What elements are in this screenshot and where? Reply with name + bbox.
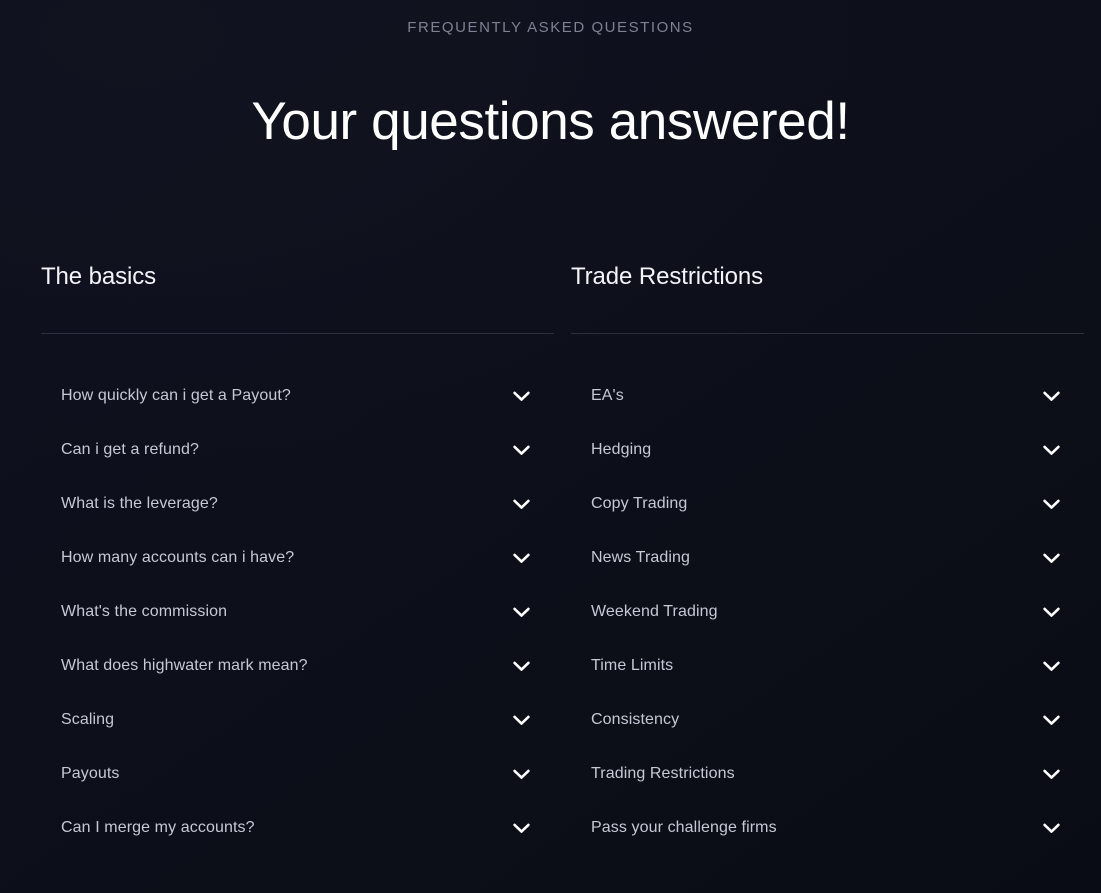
chevron-down-icon[interactable] — [1043, 661, 1060, 672]
faq-item-label: Hedging — [591, 441, 652, 458]
faq-item[interactable]: Payouts — [41, 747, 554, 801]
chevron-down-icon[interactable] — [1043, 391, 1060, 402]
faq-item-label: What's the commission — [61, 603, 228, 620]
faq-item[interactable]: Consistency — [571, 693, 1084, 747]
faq-column-title: Trade Restrictions — [571, 263, 764, 290]
chevron-down-icon[interactable] — [1043, 499, 1060, 510]
chevron-down-icon[interactable] — [513, 391, 530, 402]
chevron-down-icon[interactable] — [1043, 607, 1060, 618]
faq-column-divider — [41, 333, 554, 334]
faq-item[interactable]: Time Limits — [571, 639, 1084, 693]
faq-accordion-list: EA's Hedging Copy Trading News Trading W… — [571, 369, 1084, 855]
faq-item[interactable]: Copy Trading — [571, 477, 1084, 531]
faq-column-trade-restrictions: Trade Restrictions EA's Hedging Copy Tra… — [571, 250, 1084, 855]
faq-item[interactable]: Pass your challenge firms — [571, 801, 1084, 855]
faq-item[interactable]: Can i get a refund? — [41, 423, 554, 477]
faq-item[interactable]: How quickly can i get a Payout? — [41, 369, 554, 423]
chevron-down-icon[interactable] — [1043, 553, 1060, 564]
faq-columns: The basics How quickly can i get a Payou… — [41, 250, 1084, 855]
faq-item-label: Weekend Trading — [591, 603, 718, 620]
faq-item-label: Consistency — [591, 711, 680, 728]
chevron-down-icon[interactable] — [513, 607, 530, 618]
faq-item-label: Trading Restrictions — [591, 765, 735, 782]
faq-item-label: Copy Trading — [591, 495, 688, 512]
faq-item[interactable]: Can I merge my accounts? — [41, 801, 554, 855]
faq-item[interactable]: What's the commission — [41, 585, 554, 639]
faq-item-label: Payouts — [61, 765, 120, 782]
chevron-down-icon[interactable] — [1043, 715, 1060, 726]
faq-item-label: Scaling — [61, 711, 115, 728]
faq-item[interactable]: Scaling — [41, 693, 554, 747]
chevron-down-icon[interactable] — [513, 499, 530, 510]
faq-item-label: What does highwater mark mean? — [61, 657, 308, 674]
faq-item[interactable]: EA's — [571, 369, 1084, 423]
faq-item[interactable]: Weekend Trading — [571, 585, 1084, 639]
chevron-down-icon[interactable] — [513, 553, 530, 564]
chevron-down-icon[interactable] — [513, 715, 530, 726]
faq-item-label: Can i get a refund? — [61, 441, 199, 458]
chevron-down-icon[interactable] — [513, 661, 530, 672]
faq-item[interactable]: Trading Restrictions — [571, 747, 1084, 801]
chevron-down-icon[interactable] — [513, 445, 530, 456]
chevron-down-icon[interactable] — [1043, 823, 1060, 834]
faq-item-label: How quickly can i get a Payout? — [61, 387, 291, 404]
chevron-down-icon[interactable] — [1043, 769, 1060, 780]
faq-item[interactable]: What is the leverage? — [41, 477, 554, 531]
page-title: Your questions answered! — [251, 92, 850, 151]
faq-item-label: What is the leverage? — [61, 495, 218, 512]
faq-accordion-list: How quickly can i get a Payout? Can i ge… — [41, 369, 554, 855]
faq-item-label: Pass your challenge firms — [591, 819, 777, 836]
faq-item[interactable]: What does highwater mark mean? — [41, 639, 554, 693]
faq-item-label: Time Limits — [591, 657, 674, 674]
faq-item-label: Can I merge my accounts? — [61, 819, 255, 836]
chevron-down-icon[interactable] — [513, 769, 530, 780]
faq-eyebrow: FREQUENTLY ASKED QUESTIONS — [407, 19, 694, 36]
faq-item[interactable]: How many accounts can i have? — [41, 531, 554, 585]
chevron-down-icon[interactable] — [513, 823, 530, 834]
faq-item-label: EA's — [591, 387, 624, 404]
chevron-down-icon[interactable] — [1043, 445, 1060, 456]
faq-item[interactable]: Hedging — [571, 423, 1084, 477]
faq-column-the-basics: The basics How quickly can i get a Payou… — [41, 250, 554, 855]
faq-item[interactable]: News Trading — [571, 531, 1084, 585]
faq-item-label: News Trading — [591, 549, 691, 566]
faq-column-divider — [571, 333, 1084, 334]
faq-page: FREQUENTLY ASKED QUESTIONS Your question… — [0, 0, 1101, 893]
faq-item-label: How many accounts can i have? — [61, 549, 295, 566]
faq-column-title: The basics — [41, 263, 157, 290]
